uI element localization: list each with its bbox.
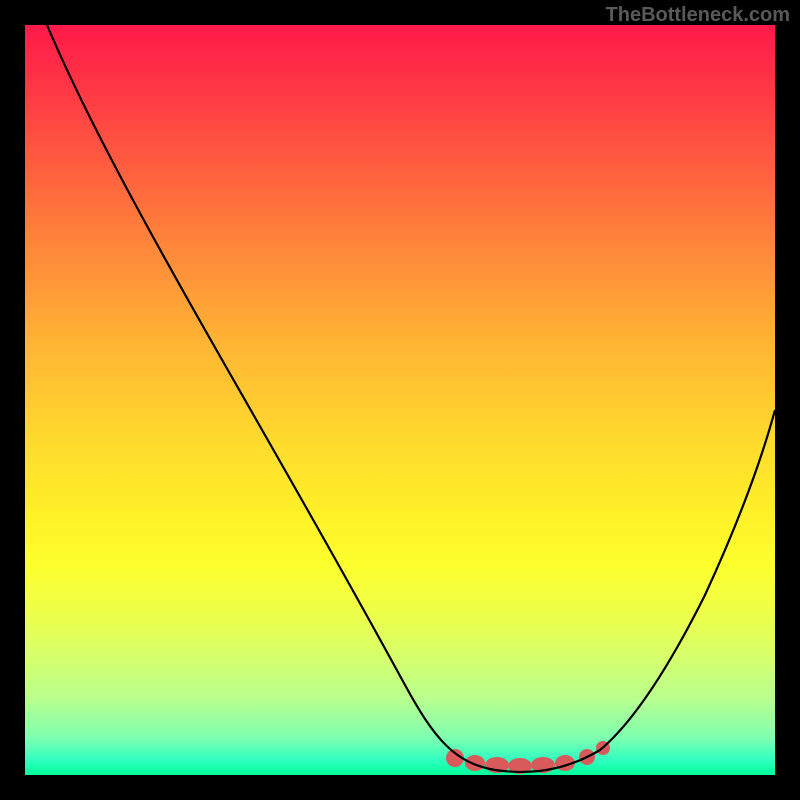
- chart-svg: [25, 25, 775, 775]
- watermark-text: TheBottleneck.com: [606, 4, 790, 27]
- bottleneck-curve-line: [47, 25, 775, 772]
- chart-plot-area: [25, 25, 775, 775]
